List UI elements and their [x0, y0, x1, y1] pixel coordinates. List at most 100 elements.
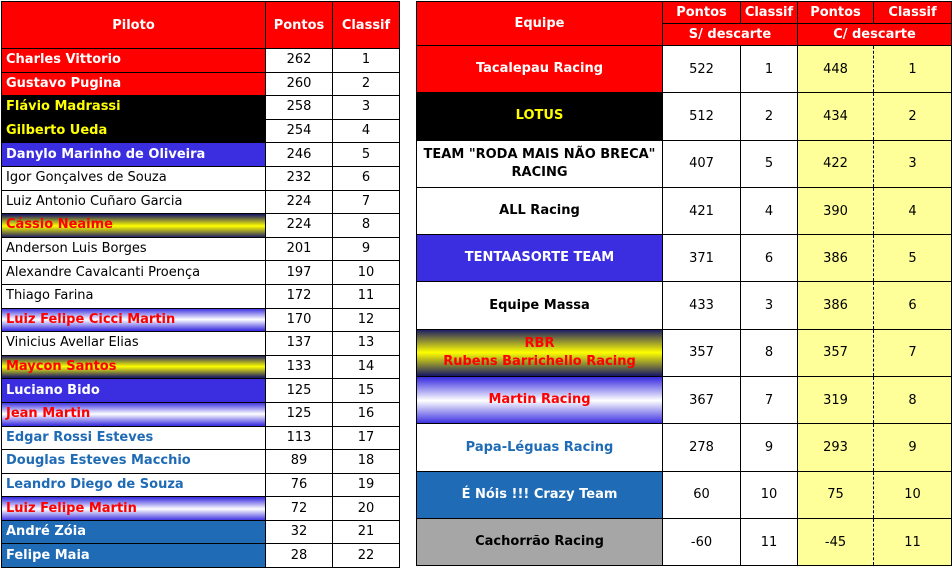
driver-rank: 22 [332, 543, 400, 569]
team-rank-no-discard: 5 [740, 139, 798, 188]
driver-points: 224 [265, 213, 333, 238]
team-rank-no-discard: 11 [740, 517, 798, 567]
team-name-cell: RBR Rubens Barrichello Racing [416, 328, 663, 378]
driver-rank: 21 [332, 519, 400, 545]
team-points-discard: -45 [797, 517, 874, 567]
driver-rank: 6 [332, 165, 400, 191]
driver-points: 224 [265, 189, 333, 215]
driver-name: Douglas Esteves Macchio [1, 449, 266, 474]
team-row: Cachorrão Racing -60 11 -45 11 [416, 517, 952, 567]
driver-rank-header: Classif [332, 1, 400, 49]
team-rank-discard: 3 [873, 139, 952, 188]
team-row: Papa-Léguas Racing 278 9 293 9 [416, 423, 952, 472]
driver-rank: 13 [332, 331, 400, 356]
driver-name: Maycon Santos [1, 354, 266, 380]
team-name: Tacalepau Racing [475, 61, 604, 77]
team-points-discard: 293 [797, 423, 874, 472]
team-name-cell: Tacalepau Racing [416, 44, 663, 94]
driver-points: 137 [265, 331, 333, 356]
team-points-discard: 319 [797, 376, 874, 425]
driver-points: 32 [265, 519, 333, 545]
no-discard-subheader: S/ descarte [662, 23, 798, 46]
driver-name: Gilberto Ueda [1, 118, 266, 144]
team-rank-discard: 11 [873, 517, 952, 567]
team-name: TENTAASORTE TEAM [464, 250, 615, 266]
team-points-no-discard: -60 [662, 517, 741, 567]
team-rank-no-discard: 10 [740, 470, 798, 519]
driver-name: Luiz Felipe Cicci Martin [1, 307, 266, 333]
driver-name: Cássio Neaime [1, 213, 266, 238]
team-rank-discard: 5 [873, 234, 952, 283]
team-rank-header-no-discard: Classif [740, 1, 798, 24]
team-rank-no-discard: 1 [740, 44, 798, 94]
team-points-discard: 386 [797, 234, 874, 283]
driver-row: Luiz Felipe Martin 72 20 [1, 496, 400, 521]
team-row: TENTAASORTE TEAM 371 6 386 5 [416, 234, 952, 283]
team-name-line2: Rubens Barrichello Racing [443, 353, 636, 369]
driver-row: Felipe Maia 28 22 [1, 543, 400, 569]
driver-rank: 15 [332, 378, 400, 403]
driver-row: Maycon Santos 133 14 [1, 354, 400, 380]
team-rank-discard: 6 [873, 281, 952, 330]
driver-name: André Zóia [1, 519, 266, 545]
team-name: Martin Racing [488, 392, 591, 408]
team-row: É Nóis !!! Crazy Team 60 10 75 10 [416, 470, 952, 519]
team-name: LOTUS [515, 108, 564, 124]
driver-points-header: Pontos [265, 1, 333, 49]
driver-rank: 18 [332, 449, 400, 474]
driver-points: 76 [265, 472, 333, 498]
team-row: LOTUS 512 2 434 2 [416, 92, 952, 141]
driver-rank: 14 [332, 354, 400, 380]
team-rank-no-discard: 2 [740, 92, 798, 141]
team-rank-discard: 1 [873, 44, 952, 94]
driver-name: Luiz Felipe Martin [1, 496, 266, 521]
team-points-no-discard: 407 [662, 139, 741, 188]
driver-name: Luiz Antonio Cuñaro Garcia [1, 189, 266, 215]
team-points-no-discard: 512 [662, 92, 741, 141]
team-points-no-discard: 278 [662, 423, 741, 472]
team-name: TEAM "RODA MAIS NÃO BRECA" [423, 146, 656, 162]
driver-rank: 19 [332, 472, 400, 498]
team-row: TEAM "RODA MAIS NÃO BRECA" RACING 407 5 422 3 [416, 139, 952, 188]
team-points-header-no-discard: Pontos [662, 1, 741, 24]
driver-name: Flávio Madrassi [1, 95, 266, 120]
driver-points: 125 [265, 378, 333, 403]
team-points-discard: 422 [797, 139, 874, 188]
team-name-cell: LOTUS [416, 92, 663, 141]
driver-rank: 7 [332, 189, 400, 215]
driver-points: 262 [265, 48, 333, 73]
driver-name: Alexandre Cavalcanti Proença [1, 260, 266, 285]
team-rank-discard: 9 [873, 423, 952, 472]
driver-rank: 16 [332, 401, 400, 427]
driver-points: 260 [265, 71, 333, 97]
team-name-cell: Martin Racing [416, 376, 663, 425]
driver-points: 246 [265, 142, 333, 167]
driver-name: Charles Vittorio [1, 48, 266, 73]
driver-rank: 5 [332, 142, 400, 167]
team-rank-discard: 2 [873, 92, 952, 141]
driver-rank: 3 [332, 95, 400, 120]
driver-points: 113 [265, 425, 333, 451]
team-name: Cachorrão Racing [475, 534, 604, 550]
team-points-discard: 434 [797, 92, 874, 141]
team-name-cell: Cachorrão Racing [416, 517, 663, 567]
driver-row: Cássio Neaime 224 8 [1, 213, 400, 238]
team-rank-no-discard: 7 [740, 376, 798, 425]
driver-row: André Zóia 32 21 [1, 519, 400, 545]
driver-name: Igor Gonçalves de Souza [1, 165, 266, 191]
team-name: ALL Racing [499, 203, 580, 219]
team-rank-no-discard: 8 [740, 328, 798, 378]
driver-points: 258 [265, 95, 333, 120]
driver-points: 232 [265, 165, 333, 191]
driver-points: 28 [265, 543, 333, 569]
team-rank-discard: 10 [873, 470, 952, 519]
drivers-standings-table: Piloto Pontos Classif Charles Vittorio 26… [1, 1, 400, 569]
driver-row: Douglas Esteves Macchio 89 18 [1, 449, 400, 474]
team-points-no-discard: 371 [662, 234, 741, 283]
team-name: Equipe Massa [489, 297, 590, 313]
driver-row: Anderson Luis Borges 201 9 [1, 236, 400, 262]
team-row: RBR Rubens Barrichello Racing 357 8 357 7 [416, 328, 952, 378]
team-row: ALL Racing 421 4 390 4 [416, 186, 952, 236]
driver-row: Luiz Antonio Cuñaro Garcia 224 7 [1, 189, 400, 215]
team-rank-discard: 8 [873, 376, 952, 425]
